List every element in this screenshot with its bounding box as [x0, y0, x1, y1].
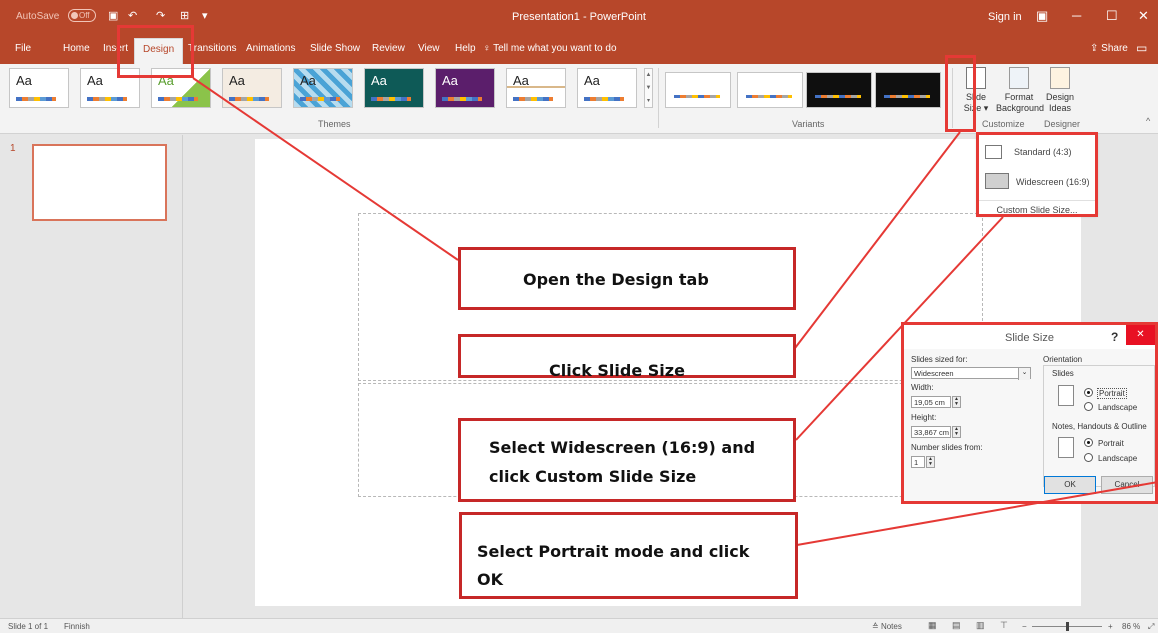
variant-4[interactable]	[875, 72, 941, 108]
reading-view-icon[interactable]: ▥	[976, 620, 985, 631]
theme-color-bar	[513, 97, 553, 101]
slide-counter: Slide 1 of 1	[8, 622, 49, 631]
callout-step-2-text: Click Slide Size	[549, 361, 685, 380]
highlight-design-tab	[117, 25, 194, 78]
notes-label: Notes	[880, 622, 902, 631]
close-button[interactable]: ✕	[1138, 8, 1149, 24]
status-bar: Slide 1 of 1 Finnish ≙ Notes ▦ ▤ ▥ ⊤ − +…	[0, 618, 1158, 633]
share-button[interactable]: ⇪ Share	[1090, 43, 1128, 54]
variants-group-label: Variants	[792, 119, 825, 129]
normal-view-icon[interactable]: ▦	[928, 620, 937, 631]
variant-1[interactable]	[665, 72, 731, 108]
theme-preview-text: Aa	[87, 73, 103, 88]
variant-color-bar	[674, 95, 720, 98]
theme-preview-text: Aa	[16, 73, 32, 88]
notes-button[interactable]: ≙ Notes	[872, 622, 902, 631]
tab-animations[interactable]: Animations	[246, 43, 295, 54]
variant-2[interactable]	[737, 72, 803, 108]
tab-slide-show[interactable]: Slide Show	[310, 43, 360, 54]
theme-retrospect[interactable]: Aa	[506, 68, 566, 108]
customize-group-label: Customize	[982, 119, 1025, 129]
sign-in-link[interactable]: Sign in	[988, 11, 1022, 23]
callout-step-3: Select Widescreen (16:9) and click Custo…	[458, 418, 796, 502]
theme-color-bar	[584, 97, 624, 101]
tab-file[interactable]: File	[15, 43, 31, 54]
highlight-slide-size-menu	[976, 132, 1098, 217]
format-background-icon	[1009, 67, 1029, 89]
minimize-button[interactable]: ─	[1072, 8, 1081, 23]
group-separator	[658, 68, 659, 128]
theme-color-bar	[16, 97, 56, 101]
fit-slide-icon[interactable]: ⤢	[1148, 622, 1154, 632]
theme-organic[interactable]: Aa	[435, 68, 495, 108]
variant-3[interactable]	[806, 72, 872, 108]
collapse-ribbon-icon[interactable]: ^	[1146, 116, 1150, 126]
tab-view[interactable]: View	[418, 43, 440, 54]
tab-review[interactable]: Review	[372, 43, 405, 54]
format-background-button[interactable]: Format Background	[996, 64, 1045, 114]
theme-ion[interactable]: Aa	[293, 68, 353, 108]
window-title: Presentation1 - PowerPoint	[512, 11, 646, 23]
design-ideas-label: Design Ideas	[1045, 92, 1074, 113]
themes-group-label: Themes	[318, 119, 351, 129]
highlight-slide-size	[945, 55, 976, 132]
callout-step-1-text: Open the Design tab	[523, 270, 709, 289]
callout-step-4-line-1: Select Portrait mode and click	[477, 542, 750, 561]
notes-icon: ≙	[872, 622, 881, 631]
theme-ion-boardroom[interactable]: Aa	[364, 68, 424, 108]
theme-integral[interactable]: Aa	[222, 68, 282, 108]
theme-preview-text: Aa	[442, 73, 458, 88]
lightbulb-icon: ♀	[483, 43, 494, 54]
tell-me-text: Tell me what you want to do	[493, 43, 617, 54]
tab-transitions[interactable]: Transitions	[188, 43, 237, 54]
variant-color-bar	[884, 95, 930, 98]
slide-thumbnail[interactable]	[32, 144, 167, 221]
theme-preview-text: Aa	[371, 73, 387, 88]
theme-preview-text: Aa	[229, 73, 245, 88]
theme-preview-text: Aa	[584, 73, 600, 88]
ribbon-display-options-icon[interactable]: ▣	[1036, 8, 1048, 24]
format-background-label: Format Background	[996, 92, 1045, 113]
zoom-in-icon[interactable]: +	[1108, 622, 1113, 631]
theme-color-bar	[371, 97, 411, 101]
zoom-out-icon[interactable]: −	[1022, 622, 1027, 631]
tab-home[interactable]: Home	[63, 43, 90, 54]
restore-button[interactable]: ☐	[1106, 8, 1118, 24]
callout-step-3-line-1: Select Widescreen (16:9) and	[489, 438, 756, 457]
designer-group-label: Designer	[1044, 119, 1081, 129]
variant-color-bar	[746, 95, 792, 98]
zoom-slider-thumb[interactable]	[1066, 622, 1069, 631]
theme-color-bar	[87, 97, 127, 101]
language-indicator[interactable]: Finnish	[64, 622, 90, 631]
theme-preview-text: Aa	[300, 73, 316, 88]
share-label: Share	[1101, 43, 1128, 54]
slides-panel: 1	[0, 135, 183, 618]
variant-color-bar	[815, 95, 861, 98]
highlight-dialog	[901, 322, 1158, 504]
slide-number: 1	[10, 143, 16, 154]
slide-sorter-icon[interactable]: ▤	[952, 620, 961, 631]
themes-gallery-scroll[interactable]: ▲ ▼ ▾	[644, 68, 653, 108]
slideshow-view-icon[interactable]: ⊤	[1000, 620, 1008, 631]
theme-color-bar	[158, 97, 198, 101]
design-ideas-icon	[1050, 67, 1070, 89]
theme-color-bar	[229, 97, 269, 101]
tell-me-search[interactable]: ♀ Tell me what you want to do	[483, 43, 617, 54]
tab-help[interactable]: Help	[455, 43, 476, 54]
theme-color-bar	[300, 97, 340, 101]
theme-color-bar	[442, 97, 482, 101]
share-icon: ⇪	[1090, 43, 1102, 54]
callout-step-1: Open the Design tab	[458, 247, 796, 310]
theme-preview-text: Aa	[513, 73, 529, 88]
comments-icon[interactable]: ▭	[1136, 41, 1147, 55]
design-ideas-button[interactable]: Design Ideas	[1044, 64, 1076, 114]
callout-step-3-line-2: click Custom Slide Size	[489, 467, 697, 486]
callout-step-2: Click Slide Size	[458, 334, 796, 380]
callout-step-4: Select Portrait mode and click OK	[459, 512, 798, 599]
theme-office[interactable]: Aa	[9, 68, 69, 108]
theme-slice[interactable]: Aa	[577, 68, 637, 108]
zoom-level[interactable]: 86 %	[1122, 622, 1140, 631]
callout-step-4-line-2: OK	[477, 570, 503, 589]
